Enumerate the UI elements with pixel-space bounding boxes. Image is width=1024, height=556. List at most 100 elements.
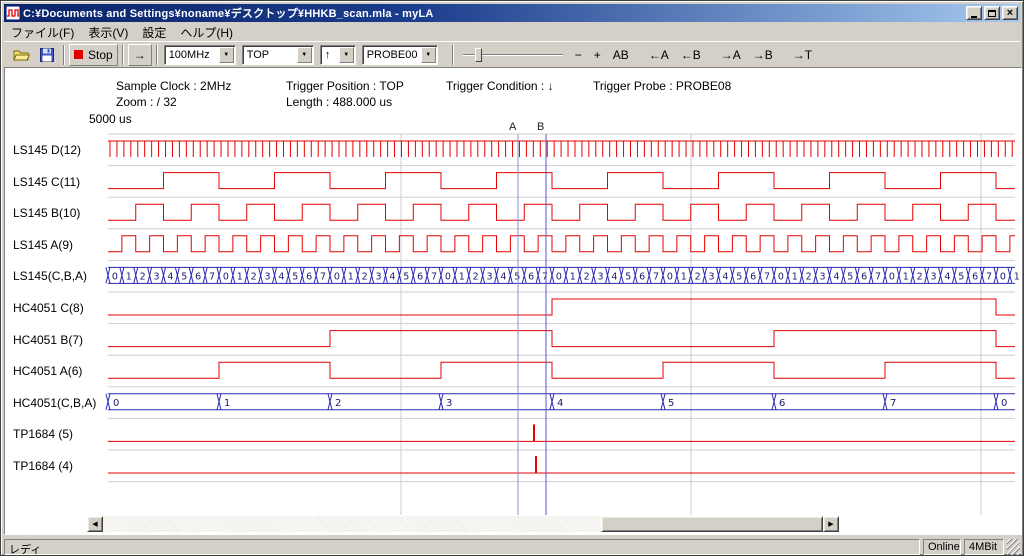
svg-text:B: B (537, 121, 544, 133)
open-file-button[interactable] (9, 44, 33, 66)
save-button[interactable] (35, 44, 59, 66)
svg-text:4: 4 (944, 271, 950, 282)
close-icon: × (1007, 8, 1013, 18)
scrollbar-thumb[interactable] (601, 516, 823, 532)
stop-icon (74, 50, 83, 59)
svg-text:1: 1 (348, 271, 354, 282)
app-window: C:¥Documents and Settings¥noname¥デスクトップ¥… (0, 0, 1024, 556)
svg-text:6: 6 (779, 398, 785, 409)
svg-text:7: 7 (431, 271, 437, 282)
svg-text:0: 0 (112, 271, 118, 282)
svg-text:5: 5 (736, 271, 742, 282)
svg-text:1: 1 (681, 271, 687, 282)
svg-text:6: 6 (528, 271, 534, 282)
trigger-position-value: TOP (243, 49, 297, 61)
ab-range-button[interactable]: AB (608, 44, 634, 66)
status-memory: 4MBit (964, 539, 1004, 555)
horizontal-scrollbar[interactable]: ◀ ▶ (87, 516, 839, 532)
minimize-button[interactable] (966, 6, 982, 20)
toolbar-separator (63, 45, 65, 65)
svg-text:4: 4 (500, 271, 506, 282)
slider-thumb[interactable] (475, 48, 482, 62)
svg-text:0: 0 (113, 398, 119, 409)
svg-text:7: 7 (209, 271, 215, 282)
waveform-canvas: 0123456701234567012345670123456701234567… (5, 68, 1021, 534)
svg-text:7: 7 (875, 271, 881, 282)
svg-text:0: 0 (1000, 271, 1006, 282)
scrollbar-track[interactable] (103, 516, 823, 532)
svg-text:6: 6 (417, 271, 423, 282)
svg-text:4: 4 (833, 271, 839, 282)
probe-value: PROBE00 (363, 49, 421, 61)
clock-value: 100MHz (165, 49, 219, 61)
stop-button[interactable]: Stop (69, 44, 118, 66)
channel-label: HC4051 B(7) (13, 333, 83, 347)
svg-text:3: 3 (931, 271, 937, 282)
menu-settings[interactable]: 設定 (135, 23, 173, 42)
resize-grip[interactable] (1007, 539, 1020, 555)
minimize-icon (971, 16, 977, 18)
menubar: ファイル(F) 表示(V) 設定 ヘルプ(H) (4, 23, 1020, 41)
svg-text:0: 0 (667, 271, 673, 282)
menu-file[interactable]: ファイル(F) (4, 23, 81, 42)
channel-label: HC4051 C(8) (13, 301, 84, 315)
trigger-position-info: Trigger Position : TOP (286, 79, 404, 93)
toolbar-separator (122, 45, 124, 65)
run-button[interactable]: → (128, 44, 152, 66)
toolbar: Stop → 100MHz ▼ TOP ▼ ↑ ▼ PROBE00 ▼ − + … (4, 41, 1020, 67)
trigger-position-combobox[interactable]: TOP ▼ (242, 45, 314, 65)
chevron-down-icon[interactable]: ▼ (421, 47, 436, 63)
menu-view[interactable]: 表示(V) (81, 23, 135, 42)
close-button[interactable]: × (1002, 6, 1018, 20)
svg-text:1: 1 (459, 271, 465, 282)
zoom-in-button[interactable]: + (589, 44, 606, 66)
clock-combobox[interactable]: 100MHz ▼ (164, 45, 236, 65)
timescale-label: 5000 us (89, 112, 132, 126)
svg-text:4: 4 (389, 271, 395, 282)
chevron-down-icon[interactable]: ▼ (297, 47, 312, 63)
svg-text:6: 6 (972, 271, 978, 282)
svg-text:5: 5 (181, 271, 187, 282)
set-cursor-a-button[interactable]: →A (716, 44, 746, 66)
svg-text:0: 0 (445, 271, 451, 282)
channel-label: TP1684 (4) (13, 459, 73, 473)
probe-combobox[interactable]: PROBE00 ▼ (362, 45, 438, 65)
folder-open-icon (13, 48, 30, 61)
menu-help[interactable]: ヘルプ(H) (173, 23, 240, 42)
svg-text:4: 4 (167, 271, 173, 282)
svg-text:A: A (509, 121, 517, 133)
goto-cursor-a-button[interactable]: ←A (644, 44, 674, 66)
svg-text:7: 7 (986, 271, 992, 282)
zoom-out-button[interactable]: − (570, 44, 587, 66)
svg-text:7: 7 (542, 271, 548, 282)
trigger-edge-value: ↑ (321, 49, 339, 61)
window-title: C:¥Documents and Settings¥noname¥デスクトップ¥… (23, 5, 964, 21)
svg-text:3: 3 (709, 271, 715, 282)
svg-text:0: 0 (223, 271, 229, 282)
floppy-icon (40, 48, 54, 62)
svg-text:2: 2 (806, 271, 812, 282)
svg-text:2: 2 (251, 271, 257, 282)
svg-text:5: 5 (847, 271, 853, 282)
svg-text:0: 0 (778, 271, 784, 282)
goto-trigger-button[interactable]: →T (788, 44, 817, 66)
svg-text:1: 1 (126, 271, 132, 282)
maximize-button[interactable] (984, 6, 1000, 20)
svg-text:1: 1 (570, 271, 576, 282)
set-cursor-b-button[interactable]: →B (748, 44, 778, 66)
titlebar[interactable]: C:¥Documents and Settings¥noname¥デスクトップ¥… (4, 4, 1020, 22)
chevron-down-icon[interactable]: ▼ (219, 47, 234, 63)
chevron-down-icon[interactable]: ▼ (339, 47, 354, 63)
trigger-condition-info: Trigger Condition : ↓ (446, 79, 554, 93)
trigger-edge-combobox[interactable]: ↑ ▼ (320, 45, 356, 65)
scroll-left-icon[interactable]: ◀ (87, 516, 103, 532)
goto-cursor-b-button[interactable]: ←B (676, 44, 706, 66)
channel-label: LS145 B(10) (13, 206, 80, 220)
channel-label: LS145 A(9) (13, 238, 73, 252)
svg-text:7: 7 (890, 398, 896, 409)
zoom-slider[interactable] (463, 45, 563, 65)
svg-text:5: 5 (958, 271, 964, 282)
svg-text:3: 3 (265, 271, 271, 282)
svg-text:2: 2 (335, 398, 341, 409)
scroll-right-icon[interactable]: ▶ (823, 516, 839, 532)
